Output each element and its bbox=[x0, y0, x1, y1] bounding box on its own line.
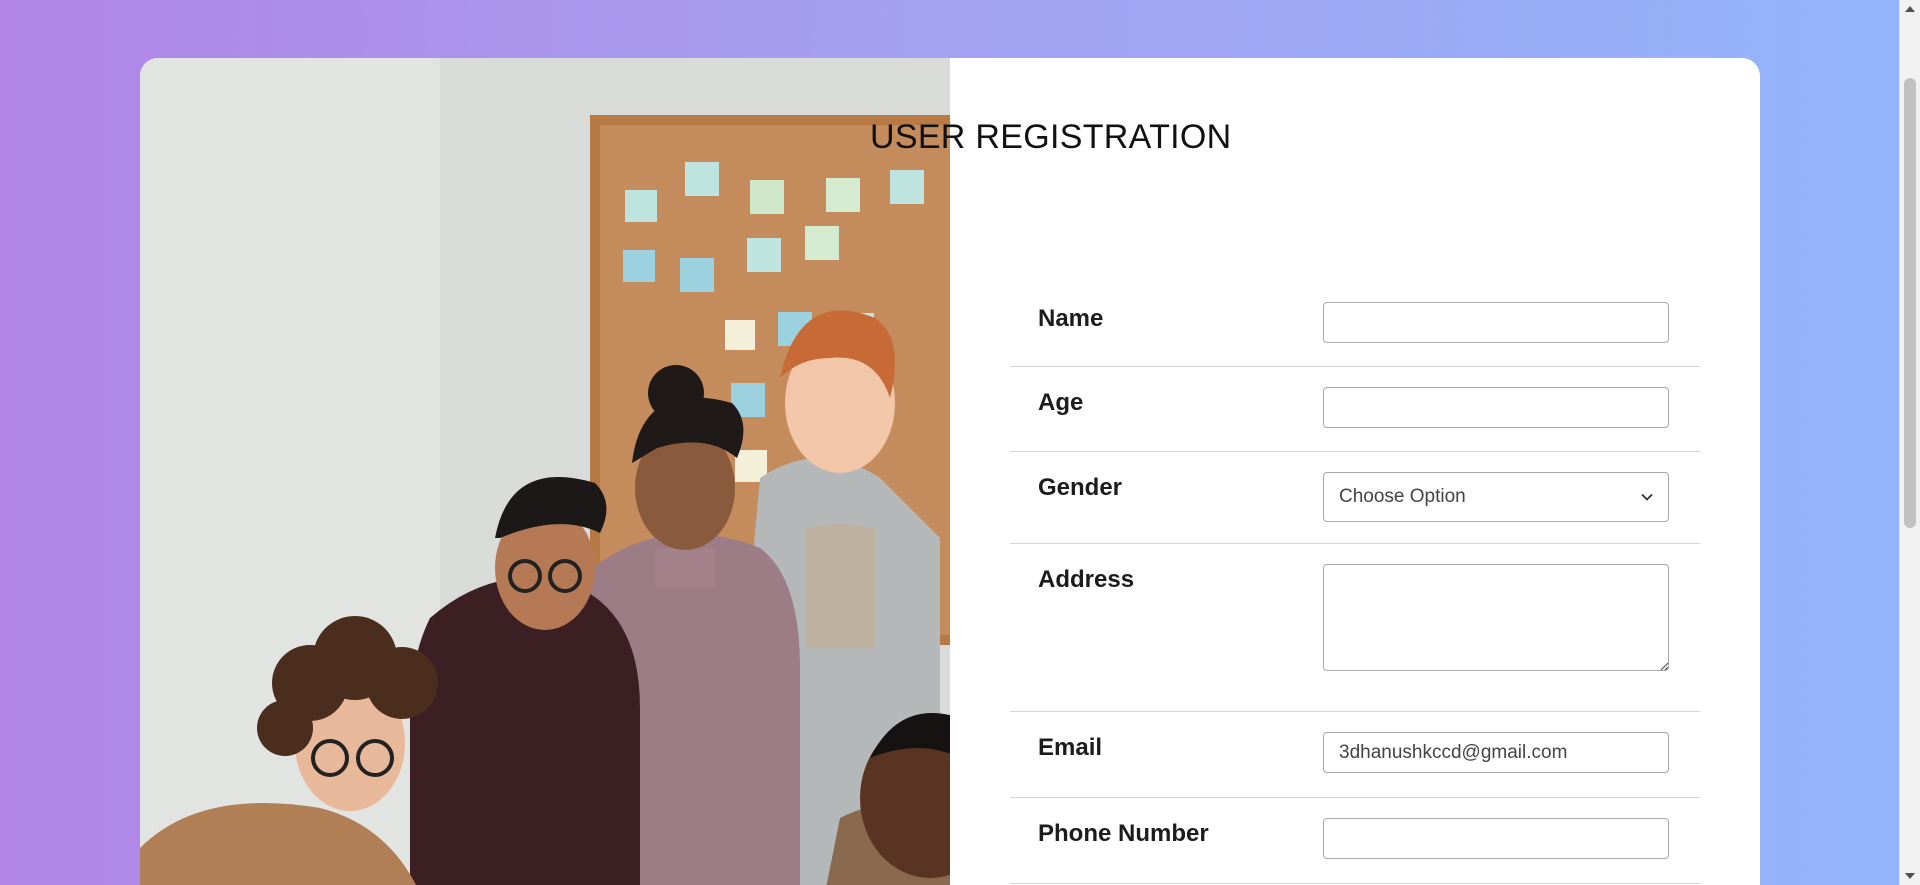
form-row-name: Name bbox=[1010, 285, 1700, 367]
form-row-phone: Phone Number bbox=[1010, 798, 1700, 884]
name-input[interactable] bbox=[1323, 302, 1669, 343]
registration-form: Name Age Gender Choose Option Address Em… bbox=[1010, 285, 1700, 884]
team-photo-illustration bbox=[140, 58, 950, 885]
scrollbar-thumb[interactable] bbox=[1904, 78, 1916, 528]
team-photo bbox=[140, 58, 950, 885]
email-label: Email bbox=[1038, 734, 1103, 761]
page-scrollbar[interactable] bbox=[1899, 0, 1920, 885]
phone-label: Phone Number bbox=[1038, 820, 1209, 847]
form-row-email: Email bbox=[1010, 712, 1700, 798]
resize-grip-icon[interactable] bbox=[1659, 661, 1669, 671]
form-row-gender: Gender Choose Option bbox=[1010, 452, 1700, 544]
email-input[interactable] bbox=[1323, 732, 1669, 773]
address-label: Address bbox=[1038, 566, 1135, 593]
scroll-down-icon[interactable] bbox=[1905, 873, 1915, 879]
form-row-address: Address bbox=[1010, 544, 1700, 712]
phone-input[interactable] bbox=[1323, 818, 1669, 859]
gender-selected-value: Choose Option bbox=[1339, 486, 1466, 507]
scroll-up-icon[interactable] bbox=[1905, 6, 1915, 12]
chevron-down-icon bbox=[1641, 493, 1653, 501]
age-input[interactable] bbox=[1323, 387, 1669, 428]
form-row-age: Age bbox=[1010, 367, 1700, 452]
name-label: Name bbox=[1038, 305, 1104, 332]
gender-select[interactable]: Choose Option bbox=[1323, 472, 1669, 522]
age-label: Age bbox=[1038, 389, 1084, 416]
page-title: USER REGISTRATION bbox=[870, 118, 1232, 156]
gender-label: Gender bbox=[1038, 474, 1123, 501]
address-textarea[interactable] bbox=[1323, 564, 1669, 671]
